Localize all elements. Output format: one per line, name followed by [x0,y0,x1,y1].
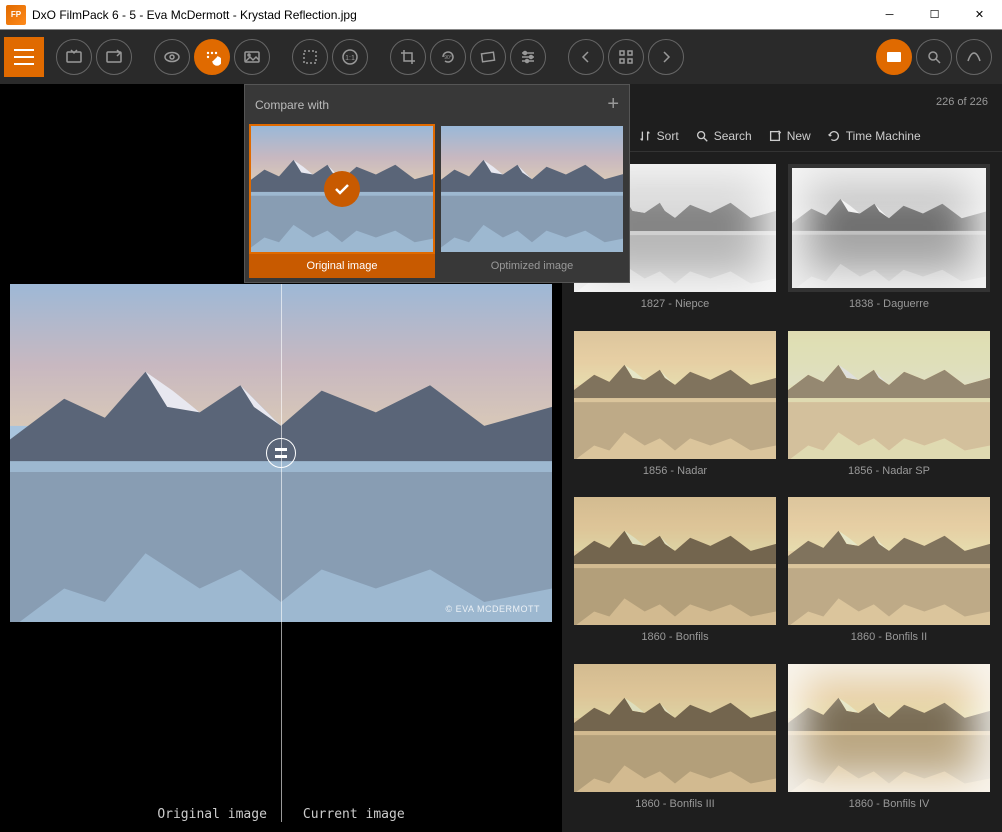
close-button[interactable]: ✕ [957,0,1002,30]
compare-item-optimized[interactable]: Optimized image [439,124,625,278]
preset-label: 1860 - Bonfils [574,625,776,649]
preset-item[interactable]: 1856 - Nadar [574,331,776,488]
compare-item-original[interactable]: Original image [249,124,435,278]
toolbar: 1:1 90° [0,30,1002,84]
presets-panel-button[interactable] [876,39,912,75]
search-panel-button[interactable] [916,39,952,75]
preset-label: 1827 - Niepce [574,292,776,316]
rotate-button[interactable]: 90° [430,39,466,75]
next-button[interactable] [648,39,684,75]
titlebar: FP DxO FilmPack 6 - 5 - Eva McDermott - … [0,0,1002,30]
preset-counter: 226 of 226 [936,96,988,108]
maximize-button[interactable]: ☐ [912,0,957,30]
compare-button[interactable] [194,39,230,75]
split-divider[interactable] [281,284,282,822]
zoom-1to1-button[interactable]: 1:1 [332,39,368,75]
minimize-button[interactable]: ─ [867,0,912,30]
window-title: DxO FilmPack 6 - 5 - Eva McDermott - Kry… [32,8,867,22]
preset-item[interactable]: 1860 - Bonfils [574,497,776,654]
straighten-button[interactable] [470,39,506,75]
svg-text:90°: 90° [444,55,452,61]
histogram-button[interactable] [956,39,992,75]
search-button[interactable]: Search [695,129,752,143]
svg-text:1:1: 1:1 [345,55,355,62]
prev-button[interactable] [568,39,604,75]
adjust-button[interactable] [510,39,546,75]
preset-label: 1860 - Bonfils IV [788,792,990,816]
single-view-button[interactable] [234,39,270,75]
preset-item[interactable]: 1838 - Daguerre [788,164,990,321]
preset-label: 1838 - Daguerre [788,292,990,316]
split-handle[interactable] [266,438,296,468]
preset-item[interactable]: 1860 - Bonfils IV [788,664,990,821]
watermark: © EVA MCDERMOTT [446,604,540,614]
new-button[interactable]: New [768,129,811,143]
preset-item[interactable]: 1860 - Bonfils III [574,664,776,821]
viewer-left-label: Original image [157,807,267,822]
sort-button[interactable]: Sort [638,129,679,143]
compare-title: Compare with [255,98,329,112]
menu-button[interactable] [4,37,44,77]
preview-button[interactable] [154,39,190,75]
preset-label: 1856 - Nadar [574,459,776,483]
viewer-right-label: Current image [303,807,405,822]
preset-item[interactable]: 1856 - Nadar SP [788,331,990,488]
preset-item[interactable]: 1860 - Bonfils II [788,497,990,654]
check-icon [324,171,360,207]
compare-item-label: Optimized image [439,254,625,278]
app-icon: FP [6,5,26,25]
compare-add-button[interactable]: + [607,93,619,116]
save-image-button[interactable] [96,39,132,75]
preview-canvas[interactable]: © EVA MCDERMOTT [10,284,552,622]
preset-label: 1860 - Bonfils III [574,792,776,816]
fit-button[interactable] [292,39,328,75]
open-image-button[interactable] [56,39,92,75]
time-machine-button[interactable]: Time Machine [827,129,921,143]
preset-label: 1856 - Nadar SP [788,459,990,483]
preset-label: 1860 - Bonfils II [788,625,990,649]
crop-button[interactable] [390,39,426,75]
compare-popup: Compare with + Original image Optimized … [244,84,630,283]
grid-button[interactable] [608,39,644,75]
compare-item-label: Original image [249,254,435,278]
